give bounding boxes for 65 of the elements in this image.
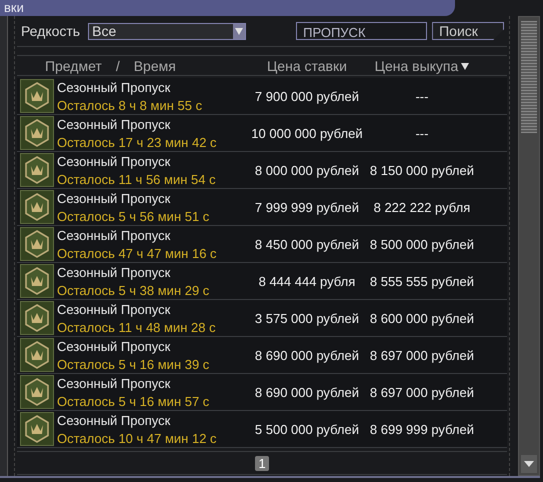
crown-badge-icon xyxy=(20,79,54,113)
bid-price: 3 575 000 рублей xyxy=(254,310,360,326)
page-button[interactable]: 1 xyxy=(255,456,269,470)
buyout-price: 8 500 000 рублей xyxy=(370,236,474,252)
crown-badge-icon xyxy=(20,153,54,187)
time-left: Осталось 17 ч 23 мин 42 с xyxy=(56,134,218,150)
bid-price: 8 000 000 рублей xyxy=(254,162,360,178)
time-left: Осталось 5 ч 16 мин 39 с xyxy=(56,356,210,372)
bid-price: 7 999 999 рублей xyxy=(254,200,360,214)
time-left: Осталось 8 ч 8 мин 55 с xyxy=(56,98,204,112)
time-left: Осталось 10 ч 47 мин 12 с xyxy=(56,430,218,446)
search-field[interactable]: ПРОПУСК xyxy=(296,22,428,40)
item-name: Сезонный Пропуск xyxy=(56,376,172,390)
item-name: Сезонный Пропуск xyxy=(56,338,172,354)
item-name: Сезонный Пропуск xyxy=(56,412,172,428)
crown-badge-icon xyxy=(20,227,54,261)
item-name: Сезонный Пропуск xyxy=(56,264,172,280)
buyout-price: 8 222 222 рубля xyxy=(374,200,470,214)
bid-price: 8 450 000 рублей xyxy=(254,236,360,252)
time-left: Осталось 11 ч 56 мин 54 с xyxy=(56,172,217,186)
buyout-price: 8 600 000 рублей xyxy=(370,310,474,326)
crown-badge-icon xyxy=(20,375,54,409)
buyout-price: 8 150 000 рублей xyxy=(370,162,474,178)
scrollbar[interactable] xyxy=(518,16,540,476)
crown-badge-icon xyxy=(20,338,54,372)
buyout-price: 8 697 000 рублей xyxy=(370,348,474,362)
buyout-price: --- xyxy=(415,126,428,140)
column-header[interactable]: Предмет xyxy=(44,58,102,74)
time-left: Осталось 5 ч 56 мин 51 с xyxy=(56,208,210,224)
bid-price: 8 690 000 рублей xyxy=(254,348,360,362)
header-separator: / xyxy=(116,58,120,74)
rarity-label: Редкость xyxy=(20,23,80,39)
search-button[interactable]: Поиск xyxy=(432,22,504,40)
crown-badge-icon xyxy=(20,264,54,298)
time-left: Осталось 5 ч 16 мин 57 с xyxy=(56,394,210,408)
bid-price: 10 000 000 рублей xyxy=(251,126,363,140)
column-header[interactable]: Цена ставки xyxy=(266,58,347,74)
column-header[interactable]: Цена выкупа xyxy=(374,58,458,74)
buyout-price: 8 555 555 рублей xyxy=(370,274,474,288)
crown-badge-icon xyxy=(20,190,54,224)
down-arrow-icon xyxy=(524,461,534,467)
rarity-dropdown[interactable]: Все xyxy=(88,22,246,40)
bid-price: 8 444 444 рубля xyxy=(258,274,356,288)
crown-badge-icon xyxy=(20,301,54,335)
buyout-price: --- xyxy=(415,88,428,104)
buyout-price: 8 699 999 рублей xyxy=(370,422,474,436)
bid-price: 8 690 000 рублей xyxy=(254,384,360,400)
item-name: Сезонный Пропуск xyxy=(56,154,172,168)
bid-price: 5 500 000 рублей xyxy=(254,422,360,436)
column-header[interactable]: Время xyxy=(134,58,176,74)
crown-badge-icon xyxy=(20,116,54,150)
bid-price: 7 900 000 рублей xyxy=(254,88,360,104)
item-name: Сезонный Пропуск xyxy=(56,302,172,316)
scroll-thumb[interactable] xyxy=(521,21,537,133)
crown-badge-icon xyxy=(20,412,54,446)
item-name: Сезонный Пропуск xyxy=(56,116,172,132)
time-left: Осталось 5 ч 38 мин 29 с xyxy=(56,282,210,298)
item-name: Сезонный Пропуск xyxy=(56,80,172,94)
scroll-down-button[interactable] xyxy=(521,455,537,473)
item-name: Сезонный Пропуск xyxy=(56,190,172,206)
time-left: Осталось 11 ч 48 мин 28 с xyxy=(56,320,217,334)
window-title: вки xyxy=(0,0,455,16)
item-name: Сезонный Пропуск xyxy=(56,228,172,242)
buyout-price: 8 697 000 рублей xyxy=(370,384,474,400)
time-left: Осталось 47 ч 47 мин 16 с xyxy=(56,246,218,260)
